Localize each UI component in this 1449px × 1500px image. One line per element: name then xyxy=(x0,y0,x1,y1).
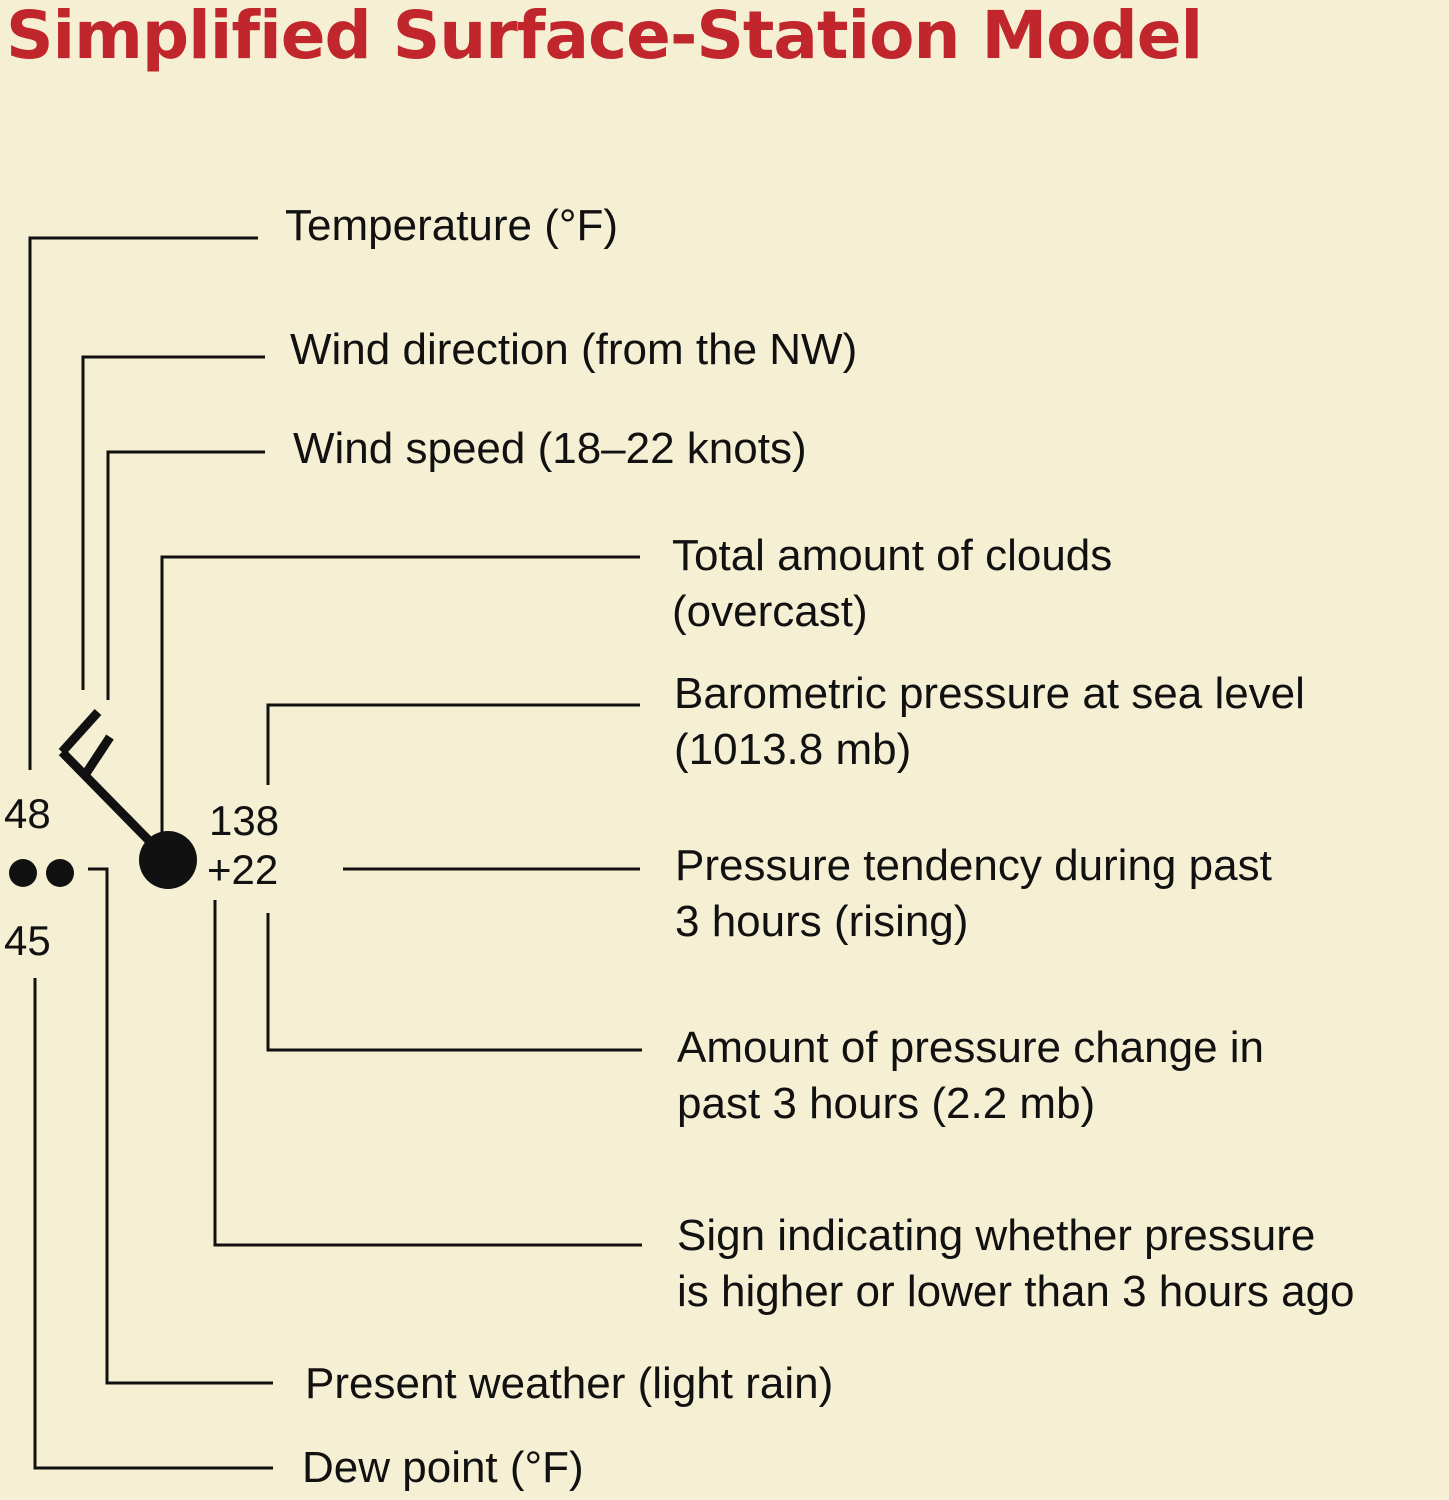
tendency-label-line1: Pressure tendency during past xyxy=(675,841,1272,890)
cloud-cover-label-line1: Total amount of clouds xyxy=(672,531,1113,580)
temperature-leader xyxy=(28,236,258,770)
change-label-line1: Amount of pressure change in xyxy=(677,1023,1265,1072)
dew-point-leader xyxy=(33,978,273,1470)
pressure-sign-leader xyxy=(213,900,642,1247)
wind-barb-full-feather xyxy=(58,708,102,756)
wind-barb-half-feather xyxy=(81,734,114,778)
wind-speed-leader xyxy=(106,450,265,700)
dew-point-label: Dew point (°F) xyxy=(302,1443,584,1492)
pressure-change-leader xyxy=(266,913,642,1052)
rain-dot-icon xyxy=(46,859,74,887)
wind-direction-label: Wind direction (from the NW) xyxy=(290,325,858,374)
barometric-label-line2: (1013.8 mb) xyxy=(674,725,912,774)
pressure-value: 138 xyxy=(209,797,280,844)
pressure-change-value: +22 xyxy=(207,846,279,893)
barometric-pressure-leader xyxy=(266,703,640,785)
present-weather-label: Present weather (light rain) xyxy=(305,1359,834,1408)
change-label-line2: past 3 hours (2.2 mb) xyxy=(677,1079,1096,1128)
barometric-label-line1: Barometric pressure at sea level xyxy=(674,669,1305,718)
present-weather-leader xyxy=(88,867,273,1385)
tendency-label-line2: 3 hours (rising) xyxy=(675,897,969,946)
wind-speed-label: Wind speed (18–22 knots) xyxy=(293,424,807,473)
wind-direction-leader xyxy=(81,355,265,690)
rain-dot-icon xyxy=(9,859,37,887)
dew-point-value: 45 xyxy=(4,917,51,964)
sign-label-line2: is higher or lower than 3 hours ago xyxy=(677,1267,1355,1316)
sign-label-line1: Sign indicating whether pressure xyxy=(677,1211,1316,1260)
cloud-cover-label-line2: (overcast) xyxy=(672,587,868,636)
temperature-label: Temperature (°F) xyxy=(285,201,619,250)
temperature-value: 48 xyxy=(4,790,51,837)
station-circle-overcast xyxy=(139,831,197,889)
